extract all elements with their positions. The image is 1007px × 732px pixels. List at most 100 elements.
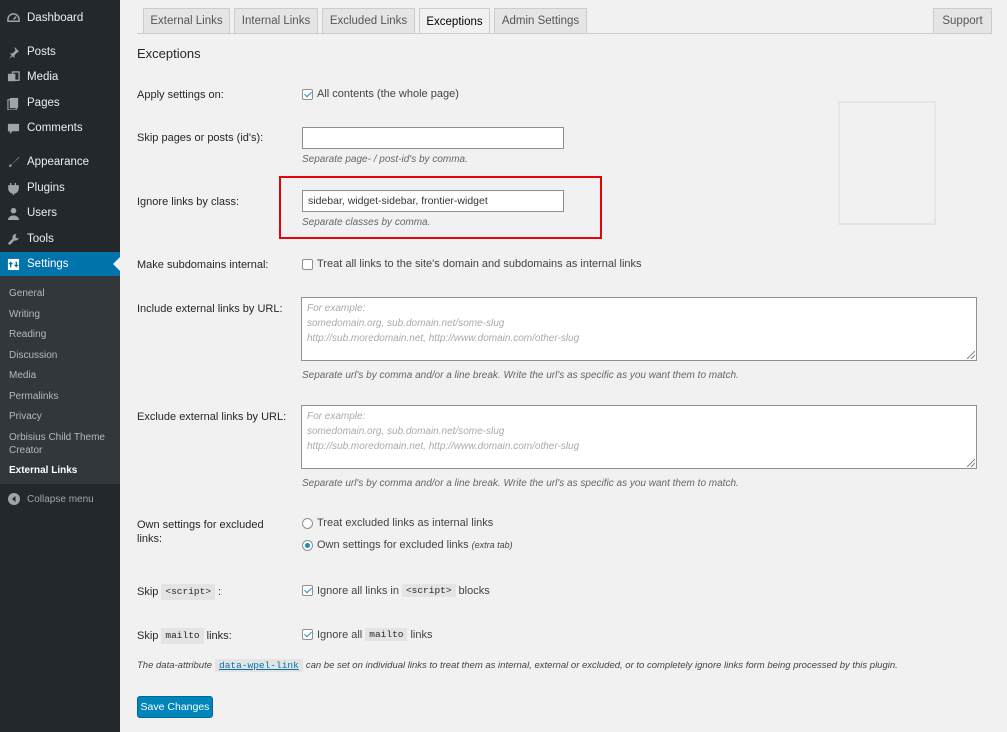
radio-internal-text: Treat excluded links as internal links <box>317 517 494 529</box>
tab-internal-links[interactable]: Internal Links <box>234 8 318 33</box>
skip-pages-input[interactable] <box>302 127 564 149</box>
menu-media[interactable]: Media <box>0 66 120 88</box>
skip-mailto-checkbox[interactable] <box>302 629 313 640</box>
menu-label: Dashboard <box>27 12 84 24</box>
data-attribute-note: The data-attribute data-wpel-link can be… <box>137 659 898 672</box>
subdomains-label: Make subdomains internal: <box>137 259 269 271</box>
submenu-media[interactable]: Media <box>9 369 117 382</box>
own-settings-option-own[interactable]: Own settings for excluded links (extra t… <box>302 539 513 551</box>
wrench-icon <box>6 232 20 246</box>
include-url-label: Include external links by URL: <box>137 303 283 315</box>
own-settings-option-internal[interactable]: Treat excluded links as internal links <box>302 517 493 529</box>
tab-support[interactable]: Support <box>933 8 992 33</box>
exclude-url-label: Exclude external links by URL: <box>137 411 287 423</box>
submenu-discussion[interactable]: Discussion <box>9 349 117 362</box>
radio-internal[interactable] <box>302 517 313 529</box>
label-text: : <box>218 586 222 598</box>
resize-grip-icon[interactable] <box>967 351 975 359</box>
menu-label: Pages <box>27 97 60 109</box>
skip-script-checkbox[interactable] <box>302 585 313 596</box>
tab-divider <box>137 33 992 34</box>
option-text: links <box>410 628 433 641</box>
menu-appearance[interactable]: Appearance <box>0 151 120 173</box>
own-settings-label-line: links: <box>137 533 163 545</box>
menu-label: Media <box>27 71 59 83</box>
skip-mailto-option[interactable]: Ignore all mailto links <box>302 628 433 641</box>
skip-mailto-label: Skip mailto links: <box>137 628 232 644</box>
page-title: Exceptions <box>137 46 201 61</box>
skip-script-label: Skip <script> : <box>137 584 221 600</box>
menu-label: Appearance <box>27 156 90 168</box>
menu-posts[interactable]: Posts <box>0 41 120 63</box>
placeholder-line: For example: <box>307 411 366 422</box>
save-changes-button[interactable]: Save Changes <box>137 696 213 718</box>
menu-comments[interactable]: Comments <box>0 117 120 139</box>
skip-pages-label: Skip pages or posts (id's): <box>137 132 264 144</box>
menu-label: Settings <box>27 258 69 270</box>
subdomains-option-text: Treat all links to the site's domain and… <box>317 258 642 270</box>
tab-exceptions[interactable]: Exceptions <box>419 8 490 34</box>
admin-sidebar: Dashboard Posts Media Pages Comments App… <box>0 0 120 732</box>
radio-own[interactable] <box>302 539 313 551</box>
submenu-permalinks[interactable]: Permalinks <box>9 390 117 403</box>
submenu-writing[interactable]: Writing <box>9 308 117 321</box>
data-attribute-link[interactable]: data-wpel-link <box>215 659 303 672</box>
user-icon <box>6 206 20 220</box>
subdomains-option[interactable]: Treat all links to the site's domain and… <box>302 258 642 270</box>
image-placeholder <box>838 101 936 225</box>
resize-grip-icon[interactable] <box>967 459 975 467</box>
include-url-textarea[interactable]: For example: somedomain.org, sub.domain.… <box>301 297 977 361</box>
note-text: can be set on individual links to treat … <box>305 660 898 671</box>
script-code: <script> <box>401 584 456 597</box>
collapse-icon <box>8 493 20 505</box>
label-text: Skip <box>137 630 159 642</box>
highlight-box <box>279 176 602 239</box>
menu-pages[interactable]: Pages <box>0 92 120 114</box>
menu-plugins[interactable]: Plugins <box>0 177 120 199</box>
subdomains-checkbox[interactable] <box>302 258 313 270</box>
mailto-code: mailto <box>365 628 408 641</box>
tab-external-links[interactable]: External Links <box>143 8 230 33</box>
skip-script-option[interactable]: Ignore all links in <script> blocks <box>302 584 490 597</box>
option-text: Ignore all links in <box>317 584 399 597</box>
label-text: links: <box>206 630 232 642</box>
option-text: Ignore all <box>317 628 363 641</box>
exclude-url-textarea[interactable]: For example: somedomain.org, sub.domain.… <box>301 405 977 469</box>
note-text: The data-attribute <box>137 660 212 671</box>
apply-option-text: All contents (the whole page) <box>317 88 459 100</box>
skip-pages-desc: Separate page- / post-id's by comma. <box>302 154 468 165</box>
script-code: <script> <box>161 584 216 600</box>
brush-icon <box>6 155 20 169</box>
own-settings-label: Own settings for excluded links: <box>137 518 264 546</box>
settings-submenu: General Writing Reading Discussion Media… <box>0 276 120 484</box>
apply-label: Apply settings on: <box>137 89 224 101</box>
radio-own-extra: (extra tab) <box>471 540 513 550</box>
submenu-privacy[interactable]: Privacy <box>9 410 117 423</box>
menu-label: Plugins <box>27 182 65 194</box>
collapse-menu-button[interactable]: Collapse menu <box>0 491 94 507</box>
menu-users[interactable]: Users <box>0 202 120 224</box>
menu-label: Users <box>27 207 58 219</box>
pages-icon <box>6 96 20 110</box>
submenu-external-links[interactable]: External Links <box>9 464 117 477</box>
placeholder-line: http://sub.moredomain.net, http://www.do… <box>307 333 580 344</box>
menu-label: Tools <box>27 233 54 245</box>
menu-label: Comments <box>27 122 83 134</box>
menu-dashboard[interactable]: Dashboard <box>0 7 120 29</box>
menu-tools[interactable]: Tools <box>0 228 120 250</box>
option-text: blocks <box>458 584 490 597</box>
comment-icon <box>6 121 20 135</box>
apply-checkbox[interactable] <box>302 88 313 100</box>
submenu-reading[interactable]: Reading <box>9 328 117 341</box>
apply-option[interactable]: All contents (the whole page) <box>302 88 459 100</box>
dashboard-icon <box>6 11 20 25</box>
submenu-orbisius[interactable]: Orbisius Child Theme Creator <box>9 431 117 457</box>
tab-excluded-links[interactable]: Excluded Links <box>322 8 415 33</box>
mailto-code: mailto <box>161 628 204 644</box>
radio-own-text: Own settings for excluded links <box>317 539 469 551</box>
submenu-general[interactable]: General <box>9 287 117 300</box>
pin-icon <box>6 45 20 59</box>
menu-settings[interactable]: Settings <box>0 252 120 276</box>
tab-admin-settings[interactable]: Admin Settings <box>494 8 587 33</box>
settings-icon <box>6 257 20 271</box>
